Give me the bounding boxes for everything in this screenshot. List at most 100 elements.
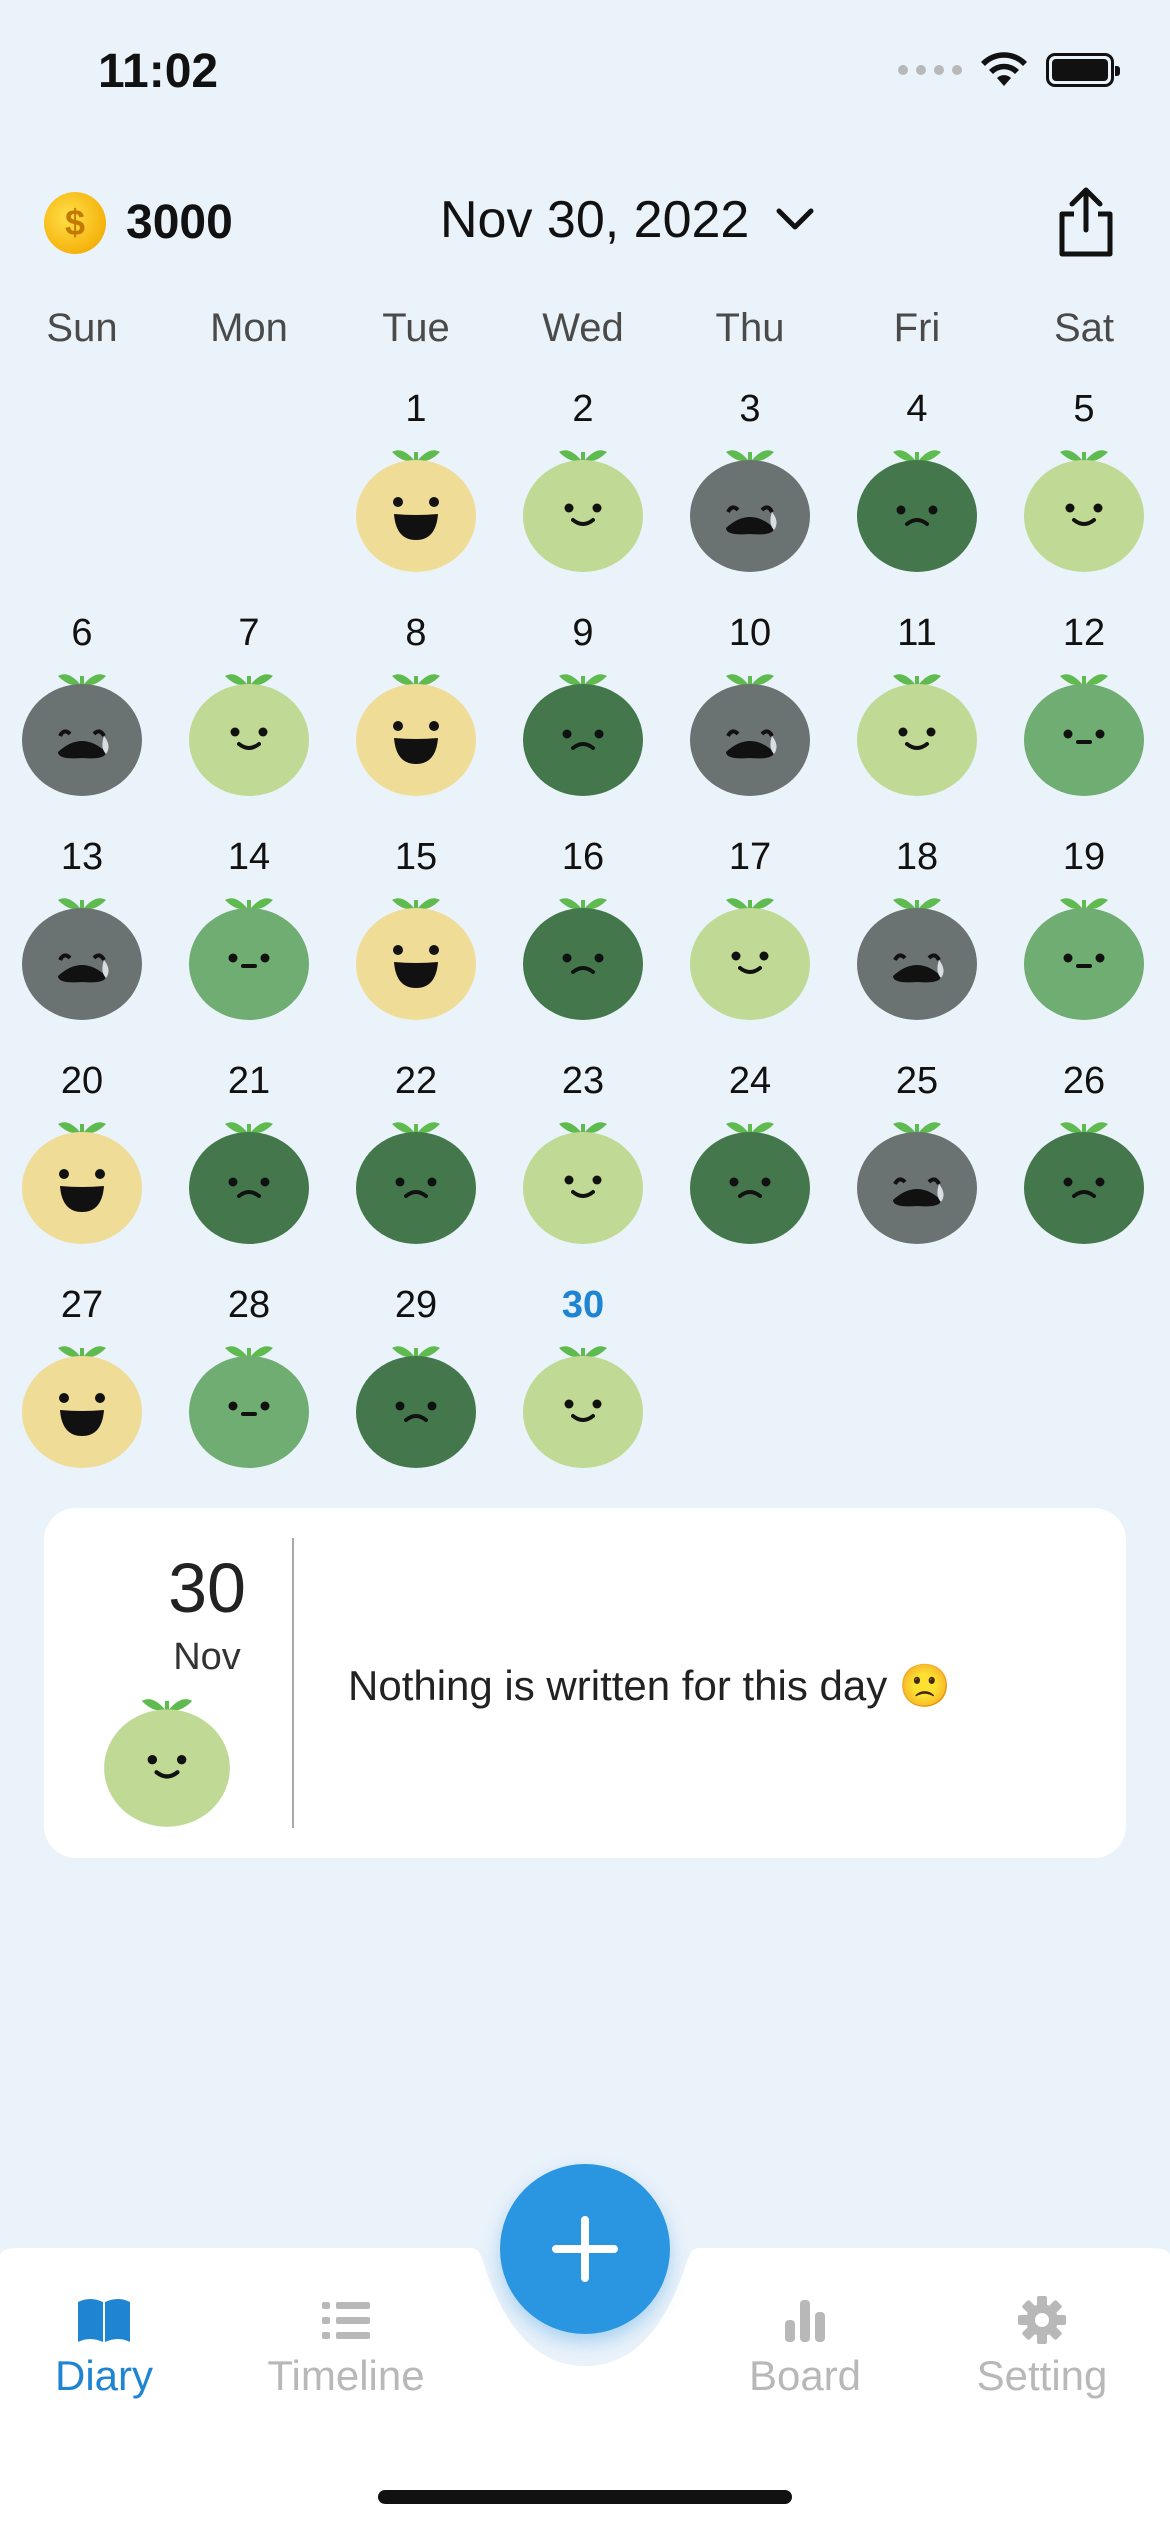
neutral-mood-icon (187, 880, 311, 1020)
calendar-day-11[interactable]: 11 (847, 610, 987, 796)
crying-mood-icon (20, 656, 144, 796)
calendar-day-4[interactable]: 4 (847, 386, 987, 572)
day-number: 7 (238, 612, 260, 654)
list-icon (322, 2302, 370, 2339)
calendar-day-8[interactable]: 8 (346, 610, 486, 796)
sad-mood-icon (855, 432, 979, 572)
entry-divider (292, 1538, 294, 1828)
happy-mood-icon (20, 1328, 144, 1468)
calendar-day-1[interactable]: 1 (346, 386, 486, 572)
calendar-day-15[interactable]: 15 (346, 834, 486, 1020)
day-number: 11 (897, 612, 937, 654)
calendar-day-7[interactable]: 7 (179, 610, 319, 796)
calendar-grid: 1 2 3 4 5 6 7 8 9 10 11 12 13 14 15 16 17 18 19 20 21 22 23 24 2… (0, 0, 1170, 1500)
day-number: 24 (728, 1060, 772, 1102)
nav-board-label: Board (748, 2352, 862, 2399)
calendar-day-26[interactable]: 26 (1014, 1058, 1154, 1244)
calendar-day-29[interactable]: 29 (346, 1282, 486, 1468)
day-number: 27 (60, 1284, 104, 1326)
calendar-day-10[interactable]: 10 (680, 610, 820, 796)
day-number: 4 (906, 388, 928, 430)
day-number: 28 (227, 1284, 271, 1326)
smile-mood-icon (521, 1328, 645, 1468)
calendar-day-30[interactable]: 30 (513, 1282, 653, 1468)
nav-board[interactable]: Board (695, 2292, 915, 2400)
entry-mood-icon (102, 1680, 232, 1830)
neutral-mood-icon (187, 1328, 311, 1468)
day-number: 9 (572, 612, 594, 654)
crying-mood-icon (688, 432, 812, 572)
smile-mood-icon (521, 432, 645, 572)
sad-mood-icon (688, 1104, 812, 1244)
happy-mood-icon (354, 880, 478, 1020)
day-number: 8 (405, 612, 427, 654)
day-number: 14 (227, 836, 271, 878)
calendar-day-28[interactable]: 28 (179, 1282, 319, 1468)
day-number: 25 (895, 1060, 939, 1102)
day-number: 16 (561, 836, 605, 878)
calendar-day-18[interactable]: 18 (847, 834, 987, 1020)
day-number: 12 (1062, 612, 1106, 654)
calendar-day-23[interactable]: 23 (513, 1058, 653, 1244)
home-indicator (378, 2490, 792, 2504)
day-number: 23 (561, 1060, 605, 1102)
calendar-day-12[interactable]: 12 (1014, 610, 1154, 796)
day-number: 13 (60, 836, 104, 878)
entry-empty-text: Nothing is written for this day 🙁 (348, 1662, 952, 1709)
nav-diary-label: Diary (54, 2352, 153, 2399)
happy-mood-icon (354, 432, 478, 572)
day-number: 17 (728, 836, 772, 878)
smile-mood-icon (1022, 432, 1146, 572)
calendar-day-9[interactable]: 9 (513, 610, 653, 796)
diary-entry-card[interactable]: 30 Nov Nothing is written for this day 🙁 (44, 1508, 1126, 1858)
crying-mood-icon (688, 656, 812, 796)
day-number: 1 (405, 388, 427, 430)
day-number: 26 (1062, 1060, 1106, 1102)
calendar-day-24[interactable]: 24 (680, 1058, 820, 1244)
smile-mood-icon (521, 1104, 645, 1244)
nav-diary[interactable]: Diary (0, 2292, 214, 2400)
day-number: 2 (572, 388, 594, 430)
calendar-day-22[interactable]: 22 (346, 1058, 486, 1244)
neutral-mood-icon (1022, 656, 1146, 796)
calendar-day-16[interactable]: 16 (513, 834, 653, 1020)
bar-chart-icon (785, 2300, 825, 2342)
entry-day: 30 (168, 1549, 246, 1627)
day-number: 21 (227, 1060, 271, 1102)
day-number: 22 (394, 1060, 438, 1102)
calendar-day-20[interactable]: 20 (12, 1058, 152, 1244)
happy-mood-icon (20, 1104, 144, 1244)
nav-setting[interactable]: Setting (932, 2292, 1152, 2400)
calendar-day-17[interactable]: 17 (680, 834, 820, 1020)
calendar-day-21[interactable]: 21 (179, 1058, 319, 1244)
smile-mood-icon (187, 656, 311, 796)
happy-mood-icon (354, 656, 478, 796)
calendar-day-19[interactable]: 19 (1014, 834, 1154, 1020)
sad-mood-icon (1022, 1104, 1146, 1244)
sad-mood-icon (521, 880, 645, 1020)
neutral-mood-icon (1022, 880, 1146, 1020)
sad-mood-icon (187, 1104, 311, 1244)
smile-mood-icon (688, 880, 812, 1020)
calendar-day-13[interactable]: 13 (12, 834, 152, 1020)
crying-mood-icon (855, 1104, 979, 1244)
day-number: 5 (1073, 388, 1095, 430)
day-number: 6 (71, 612, 93, 654)
crying-mood-icon (20, 880, 144, 1020)
sad-mood-icon (354, 1104, 478, 1244)
entry-month: Nov (173, 1636, 241, 1678)
calendar-day-27[interactable]: 27 (12, 1282, 152, 1468)
add-entry-button[interactable] (500, 2164, 670, 2334)
calendar-day-14[interactable]: 14 (179, 834, 319, 1020)
calendar-day-2[interactable]: 2 (513, 386, 653, 572)
calendar-day-3[interactable]: 3 (680, 386, 820, 572)
day-number: 3 (739, 388, 761, 430)
calendar-day-6[interactable]: 6 (12, 610, 152, 796)
calendar-day-5[interactable]: 5 (1014, 386, 1154, 572)
book-icon (78, 2299, 130, 2342)
day-number: 19 (1062, 836, 1106, 878)
nav-timeline-label: Timeline (267, 2352, 425, 2399)
smile-mood-icon (855, 656, 979, 796)
calendar-day-25[interactable]: 25 (847, 1058, 987, 1244)
nav-timeline[interactable]: Timeline (236, 2292, 456, 2400)
